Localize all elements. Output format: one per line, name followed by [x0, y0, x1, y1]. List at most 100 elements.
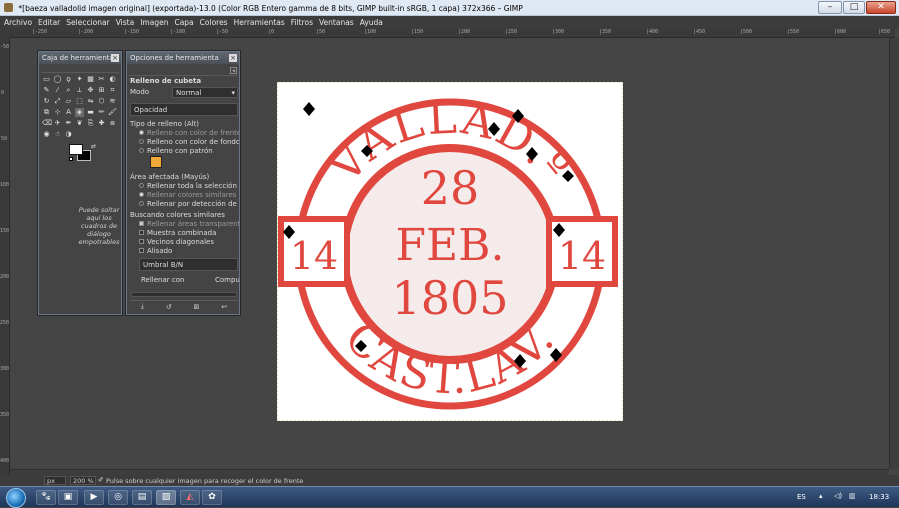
shear-icon[interactable]: ▱: [64, 97, 73, 106]
crop-icon[interactable]: ⌗: [108, 86, 117, 95]
menu-archivo[interactable]: Archivo: [4, 16, 32, 29]
menu-colores[interactable]: Colores: [200, 16, 228, 29]
text-icon[interactable]: A: [64, 108, 73, 117]
swap-colors-icon[interactable]: ⇄: [91, 144, 96, 150]
language-indicator[interactable]: ES: [797, 493, 806, 501]
vertical-ruler[interactable]: -50 0 50 100 150 200 250 300 350 400: [0, 38, 10, 475]
menu-editar[interactable]: Editar: [38, 16, 60, 29]
radio-fill-bg[interactable]: Relleno con color de fondo: [139, 138, 239, 146]
vertical-scrollbar[interactable]: [889, 38, 899, 469]
scissors-icon[interactable]: ✂: [97, 75, 106, 84]
opacity-slider[interactable]: Opacidad: [130, 103, 238, 116]
menu-imagen[interactable]: Imagen: [140, 16, 168, 29]
smudge-icon[interactable]: ☝: [53, 130, 62, 139]
menu-filtros[interactable]: Filtros: [291, 16, 313, 29]
save-options-icon[interactable]: ⤓: [141, 302, 144, 311]
menu-ayuda[interactable]: Ayuda: [360, 16, 383, 29]
delete-options-icon[interactable]: ⊠: [194, 303, 200, 311]
paintbrush-icon[interactable]: 🖌︎: [108, 108, 117, 117]
align-icon[interactable]: ⊞: [97, 86, 106, 95]
toolbox-grip[interactable]: [41, 65, 119, 73]
dodge-burn-icon[interactable]: ◑: [64, 130, 73, 139]
clone-icon[interactable]: ⎘: [86, 119, 95, 128]
zoom-icon[interactable]: ⌕: [64, 86, 73, 95]
menu-seleccionar[interactable]: Seleccionar: [66, 16, 109, 29]
free-select-icon[interactable]: ϙ: [64, 75, 73, 84]
scale-icon[interactable]: ⤢: [53, 97, 62, 106]
clock[interactable]: 18:33: [869, 493, 889, 501]
pattern-swatch[interactable]: [150, 156, 162, 168]
check-sample-merged[interactable]: Muestra combinada: [139, 229, 216, 237]
maximize-button[interactable]: □: [843, 1, 865, 14]
toolbox-close-icon[interactable]: ×: [111, 54, 119, 62]
foreground-select-icon[interactable]: ◐: [108, 75, 117, 84]
radio-fill-pattern[interactable]: Relleno con patrón: [139, 147, 213, 155]
media-player-taskbar-icon[interactable]: ▶: [84, 490, 104, 505]
threshold-slider[interactable]: Umbral B/N: [139, 258, 238, 271]
explorer-taskbar-icon[interactable]: ▤: [132, 490, 152, 505]
warp-icon[interactable]: ≋: [108, 97, 117, 106]
rotate-icon[interactable]: ↻: [42, 97, 51, 106]
handle-transform-icon[interactable]: ⊹: [53, 108, 62, 117]
tab-menu-icon[interactable]: ◂: [230, 67, 237, 74]
close-button[interactable]: ✕: [866, 1, 896, 14]
start-button[interactable]: [6, 488, 26, 508]
menu-herramientas[interactable]: Herramientas: [234, 16, 285, 29]
paths-icon[interactable]: ✎: [42, 86, 51, 95]
gradient-icon[interactable]: ▬: [86, 108, 95, 117]
postmark-image[interactable]: VALLAD.º CAST.LAV. 28 FEB. 1805 14 14: [277, 82, 623, 421]
ellipse-select-icon[interactable]: ◯: [53, 75, 62, 84]
tray-arrow-icon[interactable]: ▴: [819, 492, 823, 500]
heal-icon[interactable]: ✚: [97, 119, 106, 128]
perspective-clone-icon[interactable]: ⧈: [108, 119, 117, 128]
radio-fill-fg[interactable]: Relleno con color de frente: [139, 129, 239, 137]
radio-area-selection[interactable]: Rellenar toda la selección: [139, 182, 237, 190]
mode-select[interactable]: Normal ▾: [172, 87, 238, 98]
network-icon[interactable]: ▥: [849, 492, 856, 500]
ink-icon[interactable]: ✒: [64, 119, 73, 128]
eraser-icon[interactable]: ⌫: [42, 119, 52, 128]
tool-options-close-icon[interactable]: ×: [229, 54, 237, 62]
chrome-taskbar-icon[interactable]: ◎: [108, 490, 128, 505]
bucket-fill-icon[interactable]: ◈: [75, 108, 84, 117]
unified-transform-icon[interactable]: ⧉: [42, 108, 51, 117]
menu-vista[interactable]: Vista: [116, 16, 135, 29]
cage-icon[interactable]: ⬡: [97, 97, 106, 106]
radio-area-similar[interactable]: Rellenar colores similares: [139, 191, 236, 199]
color-picker-icon[interactable]: ⁄: [53, 86, 62, 95]
rect-select-icon[interactable]: ▭: [42, 75, 51, 84]
default-colors-icon[interactable]: [69, 157, 73, 161]
unit-select[interactable]: px: [44, 476, 66, 485]
fuzzy-select-icon[interactable]: ✦: [75, 75, 84, 84]
minimize-button[interactable]: –: [818, 1, 842, 14]
tool-options-tab[interactable]: ◂: [129, 66, 237, 76]
foreground-color-swatch[interactable]: [69, 144, 83, 155]
blur-icon[interactable]: ◉: [42, 130, 51, 139]
flip-icon[interactable]: ⇋: [86, 97, 95, 106]
perspective-icon[interactable]: ⬚: [75, 97, 84, 106]
reset-options-icon[interactable]: ↩: [221, 303, 227, 311]
measure-icon[interactable]: ⟂: [75, 86, 84, 95]
pdf-reader-taskbar-icon[interactable]: ◭: [180, 490, 200, 505]
tool-options-scroll[interactable]: [131, 292, 237, 297]
airbrush-icon[interactable]: ✈: [53, 119, 62, 128]
check-antialias[interactable]: Alisado: [139, 247, 172, 255]
volume-icon[interactable]: ◁): [834, 492, 842, 500]
pencil-icon[interactable]: ✏: [97, 108, 106, 117]
menu-ventanas[interactable]: Ventanas: [319, 16, 354, 29]
image-viewer-taskbar-icon[interactable]: ▨: [156, 490, 176, 505]
menu-capa[interactable]: Capa: [174, 16, 193, 29]
ruler-corner[interactable]: [0, 29, 10, 38]
radio-area-line[interactable]: Rellenar por detección de línea: [139, 200, 239, 208]
window-taskbar-icon[interactable]: ▣: [58, 490, 78, 505]
gimp-taskbar-icon[interactable]: 🐾︎: [36, 490, 56, 505]
horizontal-ruler[interactable]: |-250 |-200 |-150 |-100 |-50 |0 |50 |100…: [10, 29, 895, 38]
color-select-icon[interactable]: ▦: [86, 75, 95, 84]
gimp-window-taskbar-icon[interactable]: ✿: [202, 490, 222, 505]
zoom-select[interactable]: 200 %: [70, 476, 96, 485]
fill-by-select[interactable]: Compuesto: [215, 276, 239, 284]
mypaint-brush-icon[interactable]: ❦: [75, 119, 84, 128]
restore-options-icon[interactable]: ↺: [166, 303, 172, 311]
move-icon[interactable]: ✥: [86, 86, 95, 95]
check-diagonal[interactable]: Vecinos diagonales: [139, 238, 214, 246]
